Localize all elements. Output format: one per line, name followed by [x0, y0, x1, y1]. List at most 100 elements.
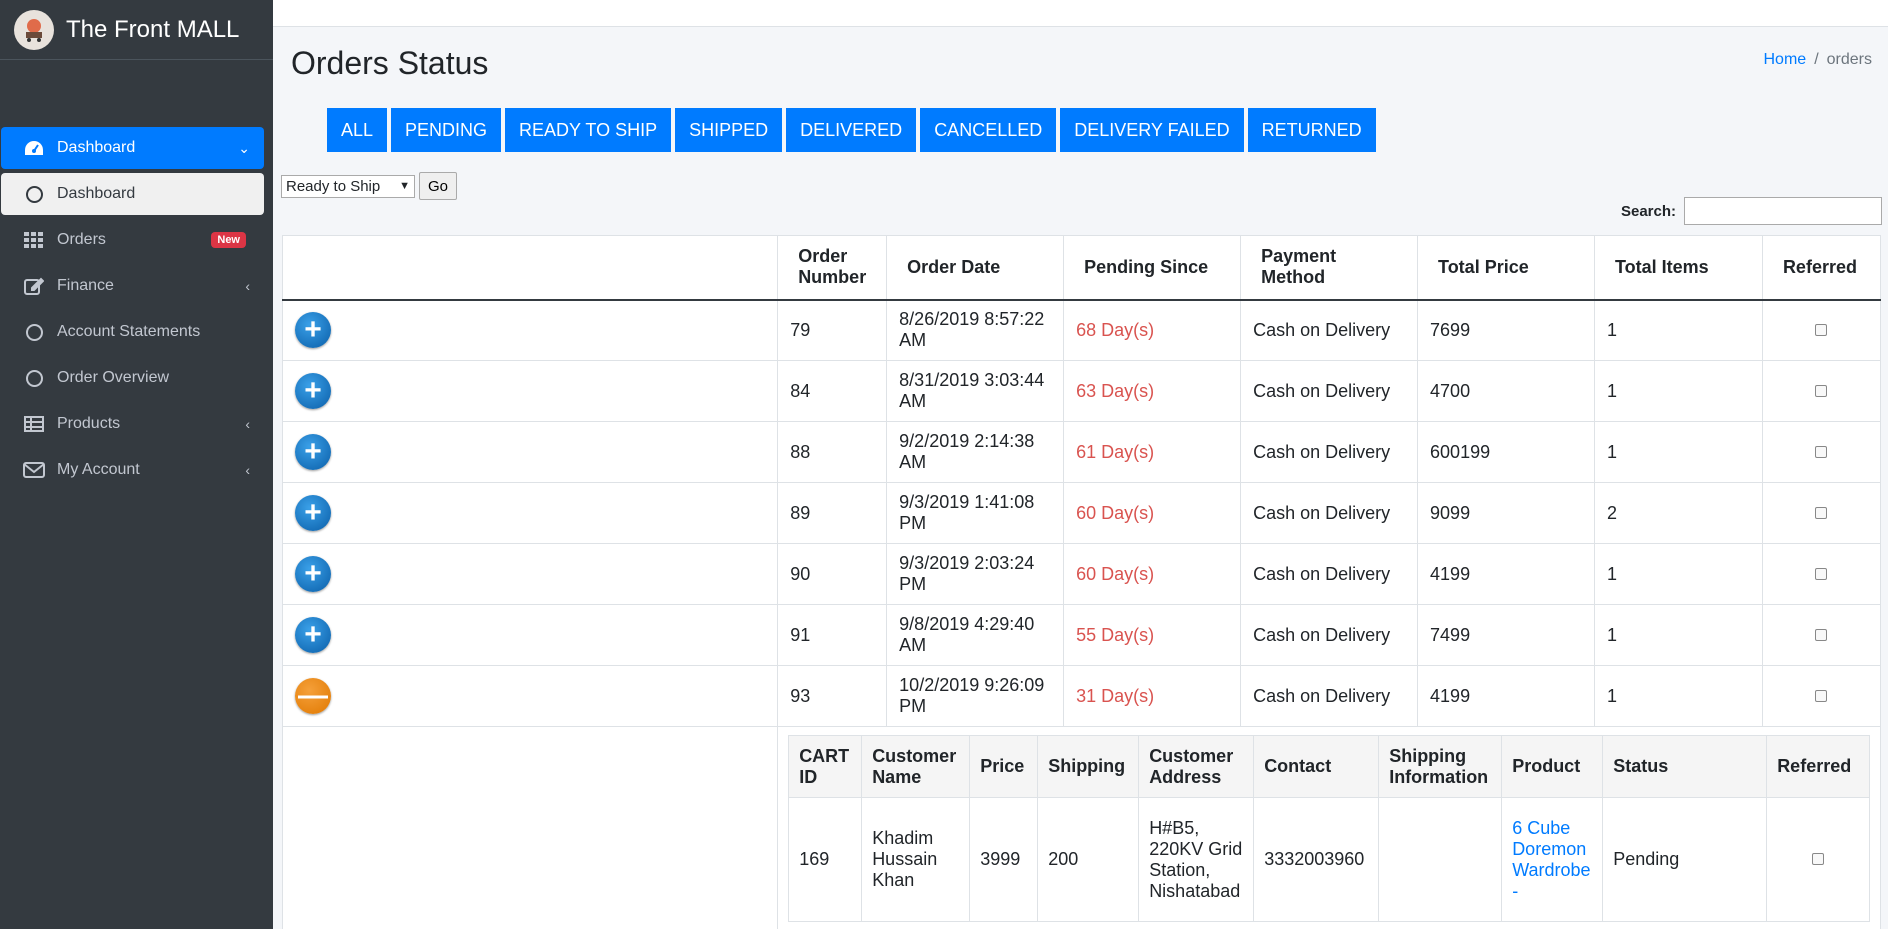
referred-checkbox[interactable]	[1815, 445, 1828, 458]
grid-icon	[21, 232, 47, 248]
referred-checkbox[interactable]	[1815, 323, 1828, 336]
detail-header-shipping: Shipping	[1037, 735, 1140, 798]
filter-cancelled-button[interactable]: CANCELLED	[920, 108, 1057, 152]
chevron-down-icon: ⌄	[238, 139, 250, 156]
total-price: 7499	[1417, 604, 1595, 666]
expand-plus-icon[interactable]: +	[295, 617, 331, 653]
customer-contact: 3332003960	[1253, 797, 1380, 922]
table-row: + 90 9/3/2019 2:03:24 PM 60 Day(s) Cash …	[281, 543, 1882, 605]
filter-delivery-failed-button[interactable]: DELIVERY FAILED	[1060, 108, 1244, 152]
payment-method: Cash on Delivery	[1240, 299, 1419, 361]
total-items: 2	[1593, 482, 1763, 544]
envelope-icon	[21, 462, 47, 478]
circle-icon	[21, 185, 47, 203]
cart-id: 169	[788, 797, 863, 922]
customer-name: Khadim Hussain Khan	[861, 797, 971, 922]
pending-since: 60 Day(s)	[1063, 482, 1242, 544]
sidebar-item-orders[interactable]: Orders New	[1, 219, 264, 261]
detail-row: CART ID Customer Name Price Shipping Cus…	[281, 726, 1881, 929]
order-date: 9/8/2019 4:29:40 AM	[886, 604, 1065, 666]
top-navbar	[273, 0, 1888, 27]
filter-returned-button[interactable]: RETURNED	[1247, 108, 1376, 152]
status-select[interactable]: Ready to Ship ▼	[281, 174, 415, 198]
sidebar-item-my-account[interactable]: My Account ‹	[1, 449, 264, 491]
sidebar-item-label: Products	[57, 415, 121, 432]
column-header-referred[interactable]: Referred	[1761, 235, 1882, 301]
detail-shipping: 200	[1037, 797, 1140, 922]
filter-shipped-button[interactable]: SHIPPED	[675, 108, 783, 152]
sidebar-item-dashboard[interactable]: Dashboard ⌄	[1, 127, 264, 169]
circle-icon	[21, 369, 47, 387]
expand-cell: +	[281, 421, 779, 483]
referred-cell	[1761, 482, 1882, 544]
table-row: + 84 8/31/2019 3:03:44 AM 63 Day(s) Cash…	[281, 360, 1882, 422]
total-price: 4700	[1417, 360, 1595, 422]
referred-cell	[1761, 299, 1882, 361]
sidebar-item-finance[interactable]: Finance ‹	[1, 265, 264, 307]
filter-delivered-button[interactable]: DELIVERED	[786, 108, 917, 152]
order-number: 84	[777, 360, 888, 422]
detail-header-customer-address: Customer Address	[1138, 735, 1255, 798]
expand-cell: +	[281, 543, 779, 605]
column-header-order-date[interactable]: Order Date	[886, 235, 1065, 301]
referred-checkbox[interactable]	[1815, 384, 1828, 397]
page-title: Orders Status	[291, 45, 489, 81]
referred-checkbox[interactable]	[1815, 628, 1828, 641]
referred-checkbox[interactable]	[1815, 689, 1828, 702]
sidebar-item-products[interactable]: Products ‹	[1, 403, 264, 445]
detail-spacer	[281, 726, 779, 929]
table-row: + 89 9/3/2019 1:41:08 PM 60 Day(s) Cash …	[281, 482, 1882, 544]
brand[interactable]: The Front MALL	[0, 0, 273, 60]
circle-icon	[21, 323, 47, 341]
referred-checkbox[interactable]	[1815, 506, 1828, 519]
expand-plus-icon[interactable]: +	[295, 495, 331, 531]
sidebar-item-dashboard-sub[interactable]: Dashboard	[1, 173, 264, 215]
breadcrumb-home-link[interactable]: Home	[1764, 51, 1807, 68]
column-header-payment-method[interactable]: Payment Method	[1240, 235, 1419, 301]
sidebar-item-account-statements[interactable]: Account Statements	[1, 311, 264, 353]
total-items: 1	[1593, 543, 1763, 605]
order-number: 79	[777, 299, 888, 361]
sidebar-item-label: Order Overview	[57, 369, 170, 386]
order-number: 88	[777, 421, 888, 483]
status-select-row: Ready to Ship ▼ Go	[281, 172, 458, 200]
detail-referred-checkbox[interactable]	[1812, 853, 1825, 865]
column-header-total-price[interactable]: Total Price	[1417, 235, 1595, 301]
pending-since: 55 Day(s)	[1063, 604, 1242, 666]
breadcrumb-separator: /	[1814, 51, 1819, 68]
filter-pending-button[interactable]: PENDING	[391, 108, 502, 152]
go-button[interactable]: Go	[419, 172, 458, 200]
pending-since: 31 Day(s)	[1063, 665, 1242, 727]
referred-cell	[1761, 665, 1882, 727]
filter-ready-to-ship-button[interactable]: READY TO SHIP	[505, 108, 672, 152]
total-items: 1	[1593, 604, 1763, 666]
search-input[interactable]	[1684, 197, 1882, 225]
column-header-pending-since[interactable]: Pending Since	[1063, 235, 1242, 301]
total-items: 1	[1593, 665, 1763, 727]
sidebar: The Front MALL Dashboard ⌄ Dashboard Ord…	[0, 0, 273, 929]
detail-referred-cell	[1766, 797, 1870, 922]
collapse-minus-icon[interactable]: —	[295, 678, 331, 714]
column-header-order-number[interactable]: Order Number	[777, 235, 888, 301]
detail-header-referred: Referred	[1766, 735, 1870, 798]
expand-plus-icon[interactable]: +	[295, 556, 331, 592]
product-link[interactable]: 6 Cube Doremon Wardrobe -	[1512, 818, 1590, 901]
expand-plus-icon[interactable]: +	[295, 373, 331, 409]
filter-all-button[interactable]: ALL	[327, 108, 388, 152]
expand-plus-icon[interactable]: +	[295, 434, 331, 470]
table-row: + 79 8/26/2019 8:57:22 AM 68 Day(s) Cash…	[281, 299, 1882, 361]
pending-since: 60 Day(s)	[1063, 543, 1242, 605]
referred-checkbox[interactable]	[1815, 567, 1828, 580]
expand-cell: —	[281, 665, 779, 727]
product-cell: 6 Cube Doremon Wardrobe -	[1501, 797, 1604, 922]
referred-cell	[1761, 543, 1882, 605]
order-date: 9/2/2019 2:14:38 AM	[886, 421, 1065, 483]
column-header-total-items[interactable]: Total Items	[1593, 235, 1763, 301]
column-header-expand	[281, 235, 779, 301]
status-select-value: Ready to Ship	[286, 177, 381, 195]
expand-cell: +	[281, 604, 779, 666]
brand-name: The Front MALL	[66, 15, 240, 43]
sidebar-item-order-overview[interactable]: Order Overview	[1, 357, 264, 399]
dropdown-arrow-icon: ▼	[399, 180, 410, 192]
expand-plus-icon[interactable]: +	[295, 312, 331, 349]
